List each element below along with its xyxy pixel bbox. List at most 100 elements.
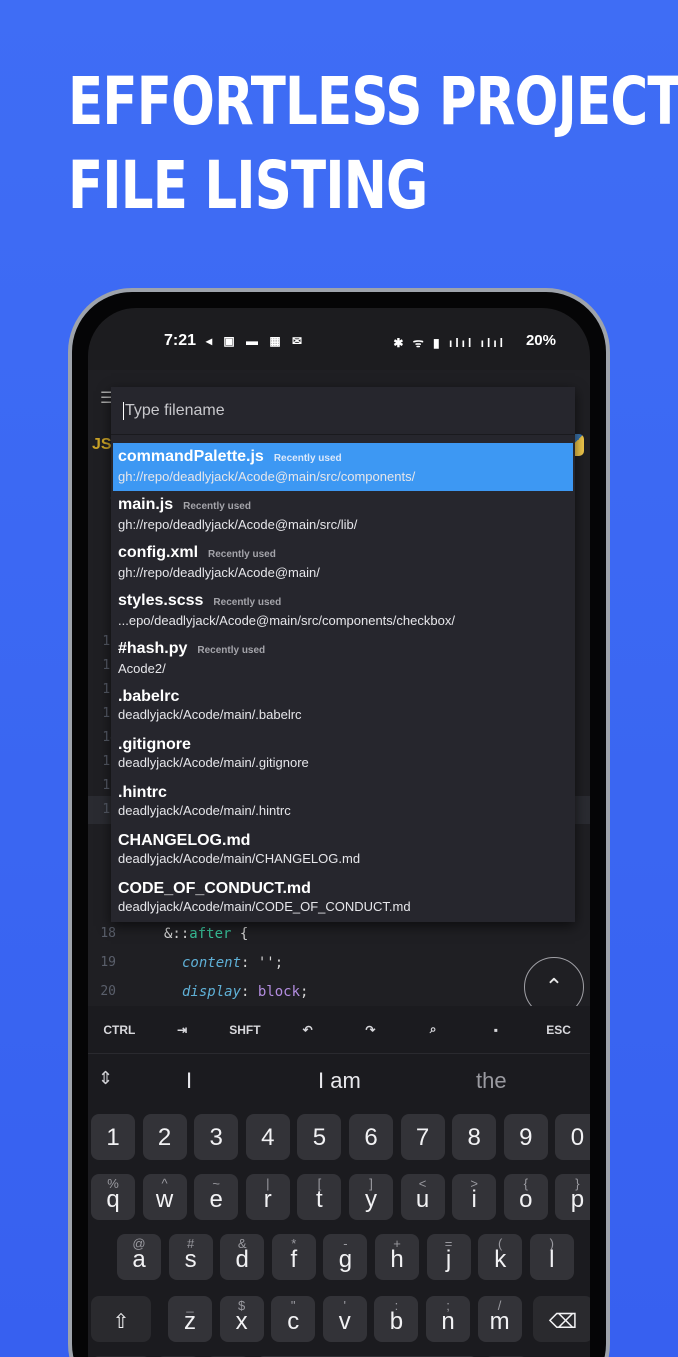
key[interactable]: 9 bbox=[503, 1114, 548, 1160]
file-result-item[interactable]: #hash.py Recently used Acode2/ bbox=[111, 635, 575, 683]
shortcut-key[interactable]: ↷ bbox=[341, 1023, 399, 1037]
key-label: 3 bbox=[209, 1124, 223, 1151]
filename-input[interactable] bbox=[123, 402, 563, 420]
suggestion-2[interactable]: I am bbox=[318, 1068, 361, 1094]
key[interactable]: n; bbox=[426, 1296, 470, 1342]
code-token: : bbox=[241, 984, 258, 1000]
file-result-item[interactable]: config.xml Recently used gh://repo/deadlyj… bbox=[111, 539, 575, 587]
recently-used-badge: Recently used bbox=[208, 549, 276, 560]
shortcut-key[interactable]: SHFT bbox=[216, 1023, 274, 1037]
shortcut-key[interactable]: ESC bbox=[530, 1023, 588, 1037]
recently-used-badge: Recently used bbox=[273, 453, 342, 464]
key-label: 7 bbox=[415, 1124, 430, 1151]
key[interactable]: d & bbox=[220, 1234, 265, 1280]
key-label: v bbox=[338, 1308, 351, 1335]
key[interactable]: e ~ bbox=[194, 1174, 239, 1220]
key[interactable]: 4 bbox=[245, 1114, 290, 1160]
key[interactable]: p} bbox=[555, 1174, 590, 1220]
line-number: 20 bbox=[100, 984, 116, 999]
key[interactable]: 3 bbox=[194, 1114, 239, 1160]
key[interactable]: 5 bbox=[297, 1114, 342, 1160]
expand-icon[interactable]: ⇕ bbox=[98, 1068, 113, 1089]
key[interactable]: c " bbox=[271, 1296, 316, 1342]
key-label: n bbox=[441, 1308, 455, 1335]
key[interactable]: a @ bbox=[117, 1234, 161, 1280]
key[interactable]: 7 bbox=[400, 1114, 445, 1160]
file-result-item[interactable]: CODE_OF_CONDUCT.md deadlyjack/Acode/main/… bbox=[111, 875, 575, 923]
key[interactable]: b: bbox=[374, 1296, 419, 1342]
key[interactable]: u < bbox=[400, 1174, 445, 1220]
key-label: t bbox=[316, 1186, 323, 1213]
shortcut-key[interactable]: ↶ bbox=[279, 1023, 337, 1037]
file-name-text: CODE_OF_CONDUCT.md bbox=[118, 880, 311, 897]
shortcut-key[interactable]: ⇥ bbox=[153, 1023, 211, 1037]
key[interactable]: x $ bbox=[219, 1296, 264, 1342]
shortcut-key[interactable]: ⌕ bbox=[404, 1022, 462, 1037]
file-name: main.js Recently used bbox=[118, 495, 568, 516]
shortcut-bar: CTRL ⇥ SHFT ↶ ↷ ⌕ ▪ ESC bbox=[88, 1006, 590, 1054]
file-path: Acode2/ bbox=[118, 661, 166, 676]
key-alt-label: ( bbox=[498, 1236, 503, 1251]
shortcut-key[interactable]: CTRL bbox=[90, 1023, 148, 1037]
key[interactable]: t[ bbox=[297, 1174, 342, 1220]
key-alt-label: = bbox=[444, 1236, 453, 1251]
key-label: q bbox=[106, 1186, 120, 1213]
suggestion-bar: ⇕ I I am the bbox=[88, 1054, 590, 1110]
file-path: ...epo/deadlyjack/Acode@main/src/compone… bbox=[118, 613, 455, 628]
key[interactable]: l) bbox=[529, 1234, 574, 1280]
key[interactable]: y] bbox=[349, 1174, 393, 1220]
file-result-item[interactable]: commandPalette.js Recently used gh://repo/… bbox=[113, 443, 573, 491]
key-alt-label: ; bbox=[446, 1298, 450, 1313]
key[interactable]: g- bbox=[323, 1234, 368, 1280]
backspace-key[interactable]: ⌫ bbox=[533, 1296, 590, 1342]
key[interactable]: r | bbox=[245, 1174, 290, 1220]
key[interactable]: 6 bbox=[349, 1114, 393, 1160]
key[interactable]: w ^ bbox=[142, 1174, 187, 1220]
key[interactable]: 2 bbox=[142, 1114, 187, 1160]
headline-line-1: EFFORTLESS PROJECT bbox=[68, 63, 678, 140]
key[interactable]: o{ bbox=[503, 1174, 548, 1220]
file-name: .babelrc bbox=[118, 687, 568, 706]
command-palette: commandPalette.js Recently used gh://repo/… bbox=[111, 387, 575, 922]
shift-key[interactable]: ⇧ bbox=[91, 1296, 151, 1342]
key-alt-label: | bbox=[266, 1176, 270, 1191]
key-label: g bbox=[338, 1246, 353, 1273]
code-line: 18 &::after { bbox=[88, 920, 590, 949]
code-token: content bbox=[182, 955, 242, 971]
code-token: display bbox=[182, 984, 242, 1000]
key-label: r bbox=[263, 1186, 272, 1213]
key[interactable]: i > bbox=[452, 1174, 497, 1220]
file-result-item[interactable]: .hintrc deadlyjack/Acode/main/.hintrc bbox=[111, 779, 575, 827]
key[interactable]: m / bbox=[477, 1296, 522, 1342]
notification-icons: ◂ ▣ ▬ ▦ ✉ bbox=[206, 334, 307, 348]
key-label: f bbox=[290, 1246, 298, 1273]
key[interactable]: 0 bbox=[555, 1114, 590, 1160]
file-name-text: #hash.py bbox=[118, 640, 188, 657]
suggestion-3[interactable]: the bbox=[476, 1068, 507, 1094]
tab-js[interactable]: JS bbox=[92, 436, 112, 454]
file-path: deadlyjack/Acode/main/.gitignore bbox=[118, 755, 309, 770]
key[interactable]: 8 bbox=[452, 1114, 497, 1160]
suggestion-1[interactable]: I bbox=[186, 1068, 192, 1094]
key[interactable]: s # bbox=[168, 1234, 213, 1280]
file-result-item[interactable]: .babelrc deadlyjack/Acode/main/.babelrc bbox=[111, 683, 575, 731]
key[interactable]: q% bbox=[91, 1174, 135, 1220]
file-result-item[interactable]: .gitignore deadlyjack/Acode/main/.gitigno… bbox=[111, 731, 575, 779]
key[interactable]: k( bbox=[478, 1234, 523, 1280]
key[interactable]: 1 bbox=[91, 1114, 135, 1160]
key[interactable]: f * bbox=[271, 1234, 316, 1280]
key[interactable]: j = bbox=[426, 1234, 471, 1280]
file-name: #hash.py Recently used bbox=[118, 639, 568, 660]
code-token: : bbox=[241, 955, 258, 971]
shortcut-key[interactable]: ▪ bbox=[467, 1023, 525, 1037]
key-label: 5 bbox=[312, 1124, 327, 1151]
key[interactable]: v ' bbox=[322, 1296, 367, 1342]
key-label: x bbox=[235, 1308, 248, 1335]
file-result-item[interactable]: main.js Recently used gh://repo/deadlyjack… bbox=[111, 491, 575, 539]
key-label: 9 bbox=[519, 1124, 533, 1151]
key[interactable]: z _ bbox=[168, 1296, 212, 1342]
file-result-item[interactable]: CHANGELOG.md deadlyjack/Acode/main/CHANGE… bbox=[111, 827, 575, 875]
status-time: 7:21 bbox=[164, 332, 197, 349]
key[interactable]: h + bbox=[375, 1234, 419, 1280]
file-result-item[interactable]: styles.scss Recently used ...epo/deadlyjac… bbox=[111, 587, 575, 635]
